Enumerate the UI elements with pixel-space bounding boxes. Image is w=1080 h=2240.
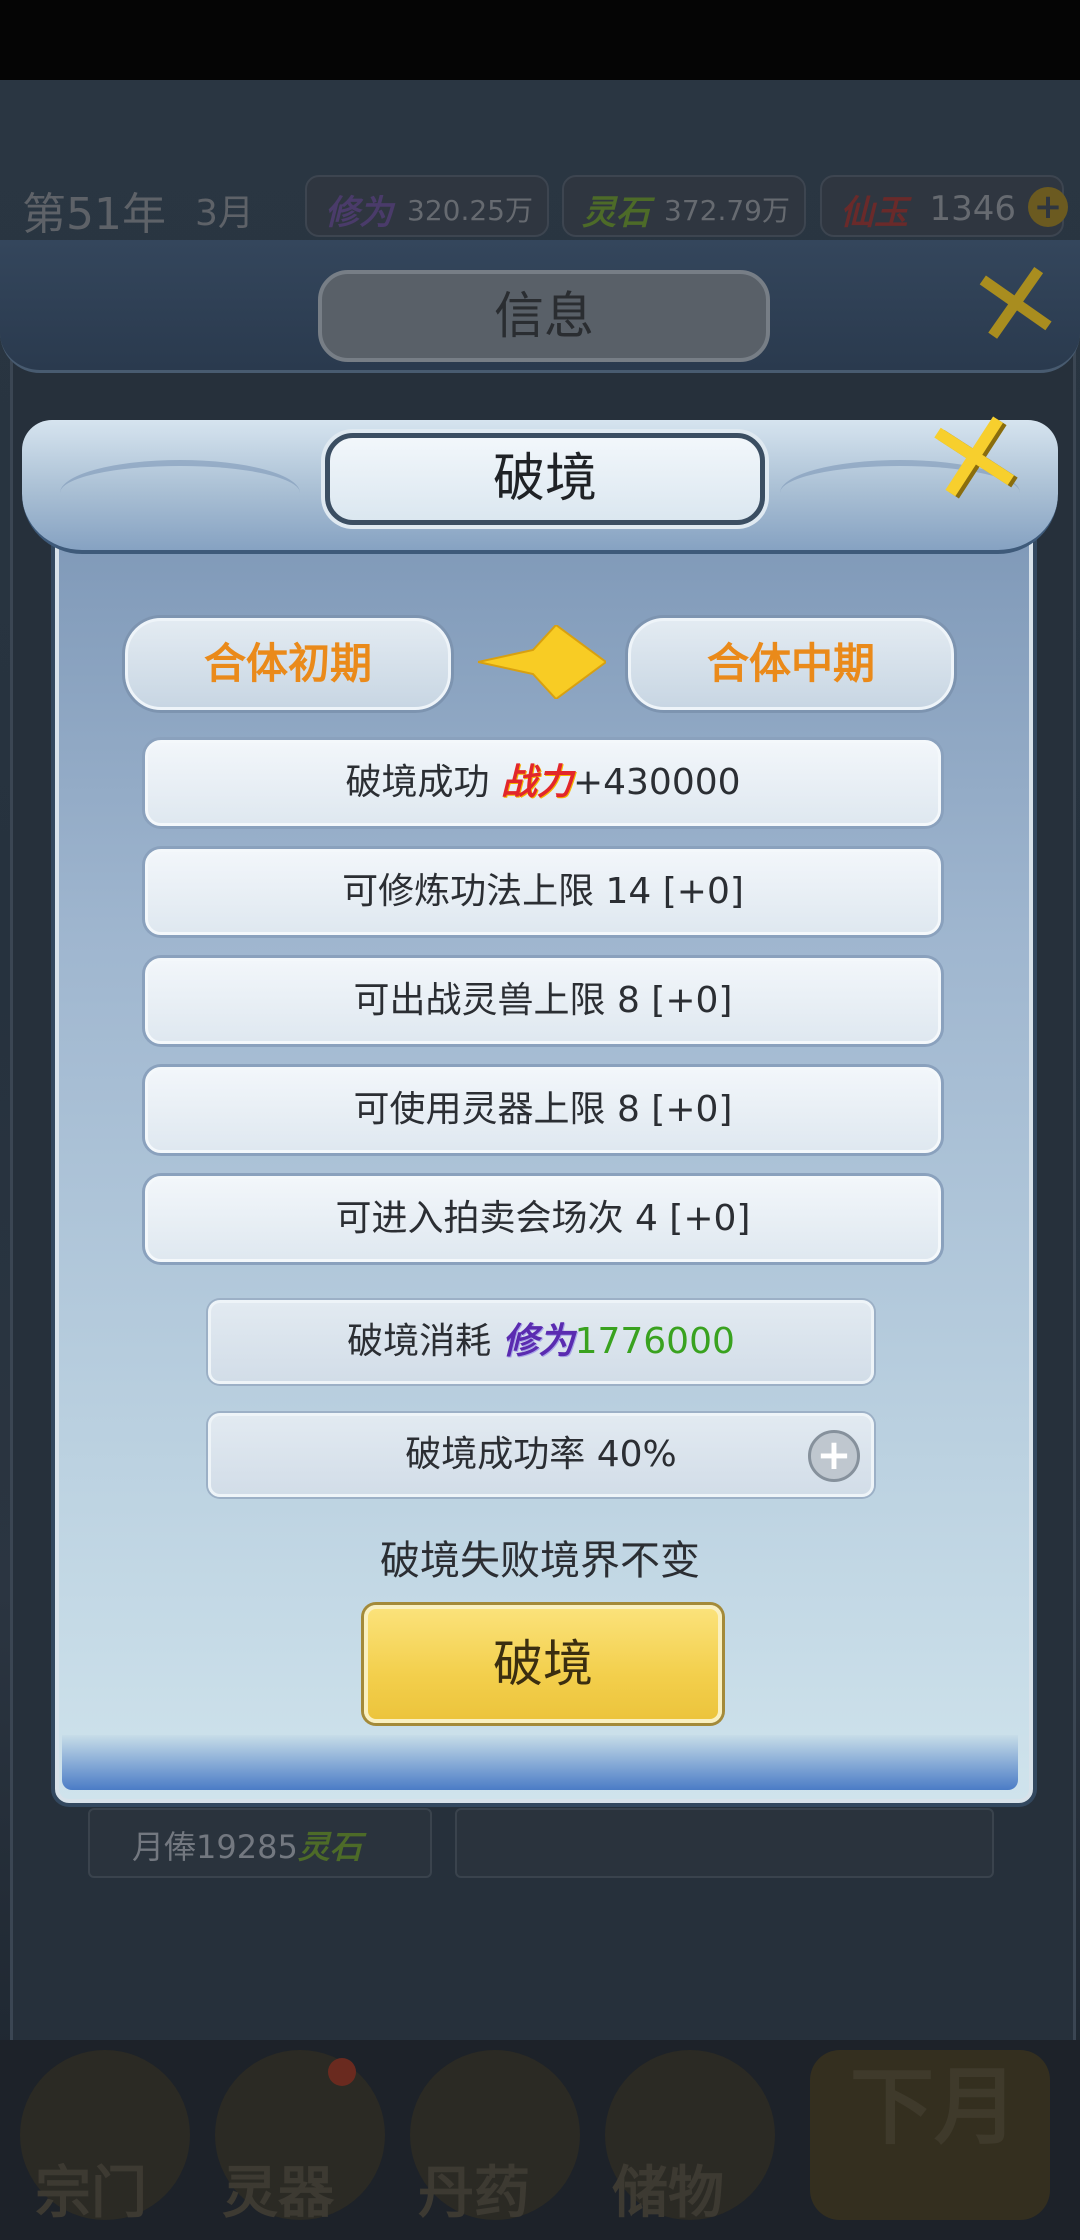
breakthrough-cost: 破境消耗 修为1776000 [208, 1300, 874, 1384]
resource-value: 1346 [929, 189, 1016, 229]
next-month-label: 下月 [850, 2058, 1019, 2156]
effect-artifact-limit: 可使用灵器上限 8 [+0] [145, 1067, 941, 1153]
resource-name: 灵石 [582, 193, 650, 233]
breakthrough-button[interactable]: 破境 [364, 1605, 722, 1723]
failure-note: 破境失败境界不变 [380, 1538, 700, 1584]
effect-text: 可使用灵器上限 8 [+0] [353, 1089, 733, 1130]
info-box [455, 1808, 994, 1878]
outer-close-icon: ✕ [959, 233, 1073, 377]
resource-name: 仙玉 [840, 193, 908, 233]
salary-box: 月俸19285灵石 [88, 1808, 432, 1878]
nav-pill-label: 丹药 [418, 2161, 530, 2226]
effect-text: 可出战灵兽上限 8 [+0] [353, 980, 733, 1021]
effect-combat-power: 破境成功 战力+430000 [145, 740, 941, 826]
close-icon[interactable]: ✕ [910, 381, 1040, 538]
cost-text: 破境消耗 修为1776000 [347, 1321, 735, 1362]
arrow-right-icon [478, 625, 606, 699]
effect-text: 破境成功 战力+430000 [345, 762, 741, 803]
month-label: 3月 [195, 193, 254, 234]
effect-text: 可进入拍卖会场次 4 [+0] [335, 1198, 751, 1239]
dialog-title: 破境 [325, 433, 765, 525]
resource-value: 320.25万 [407, 194, 533, 227]
notification-dot [328, 2058, 356, 2086]
success-rate: 破境成功率 40% + [208, 1413, 874, 1497]
nav-storage-label: 储物 [612, 2161, 724, 2226]
resource-value: 372.79万 [664, 194, 790, 227]
resource-spirit-stone: 灵石 372.79万 [562, 175, 806, 237]
dialog-bottom-trim [62, 1735, 1018, 1790]
status-bar [0, 0, 1080, 80]
nav-sect-label: 宗门 [35, 2161, 147, 2226]
resource-jade: 仙玉 1346 + [820, 175, 1068, 237]
combat-power-tag: 战力 [500, 762, 573, 803]
effect-auction-limit: 可进入拍卖会场次 4 [+0] [145, 1176, 941, 1262]
banner-cloud-left [60, 460, 300, 526]
add-rate-icon[interactable]: + [808, 1430, 860, 1482]
salary-text: 月俸19285灵石 [132, 1828, 362, 1866]
effect-technique-limit: 可修炼功法上限 14 [+0] [145, 849, 941, 935]
nav-artifact-label: 灵器 [222, 2161, 334, 2226]
effect-text: 可修炼功法上限 14 [+0] [342, 871, 744, 912]
resource-cultivation: 修为 320.25万 [305, 175, 549, 237]
resource-name: 修为 [325, 193, 393, 233]
outer-panel-title: 信息 [318, 270, 770, 362]
add-jade-icon: + [1028, 187, 1068, 227]
cost-value: 1776000 [574, 1321, 735, 1362]
year-label: 第51年 [22, 189, 166, 240]
success-rate-text: 破境成功率 40% [405, 1434, 677, 1475]
effect-beast-limit: 可出战灵兽上限 8 [+0] [145, 958, 941, 1044]
current-realm: 合体初期 [125, 618, 451, 710]
next-realm: 合体中期 [628, 618, 954, 710]
cultivation-tag: 修为 [502, 1321, 575, 1362]
